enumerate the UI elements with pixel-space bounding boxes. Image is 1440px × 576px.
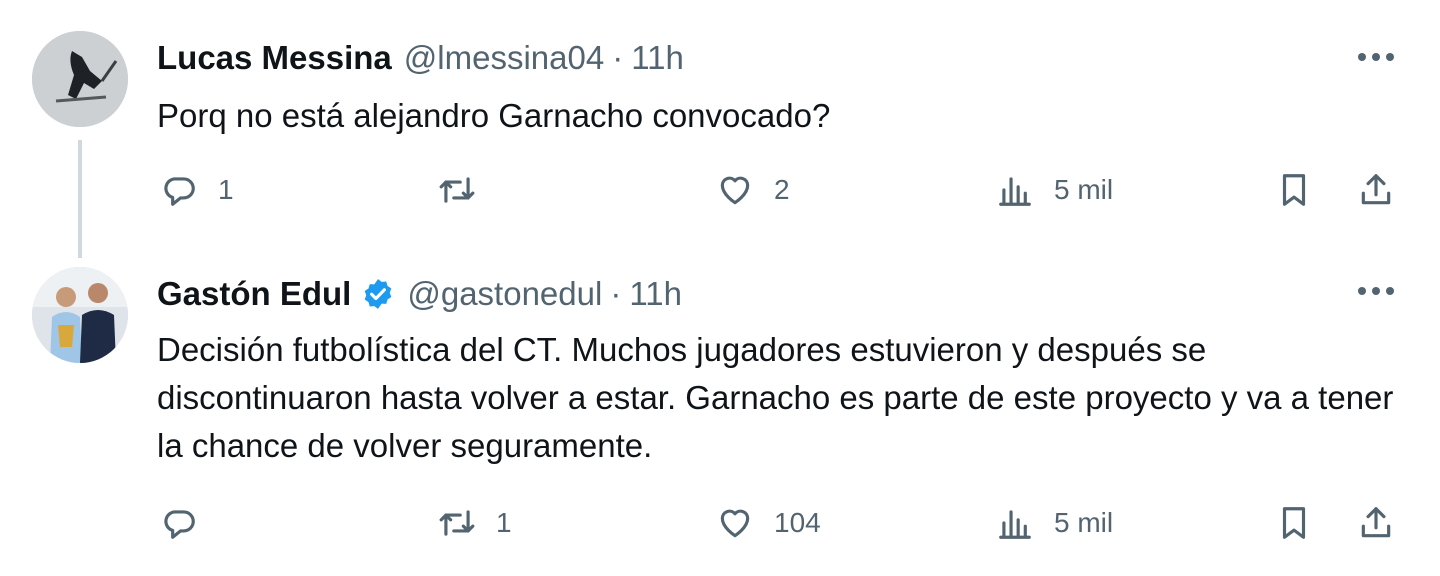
share-icon — [1361, 507, 1391, 538]
retweet-count: 1 — [496, 507, 512, 538]
share-icon — [1361, 174, 1391, 205]
more-icon — [1358, 287, 1394, 295]
reply-icon — [164, 177, 195, 206]
avatar[interactable] — [32, 31, 128, 127]
tweet-lucas-messina[interactable]: Lucas Messina @lmessina04 · 11h Porq no … — [0, 0, 1440, 258]
like-button[interactable]: 104 — [716, 501, 821, 545]
views-count: 5 mil — [1054, 507, 1114, 538]
like-icon — [720, 509, 750, 538]
retweet-button[interactable] — [438, 168, 496, 212]
more-options-button[interactable] — [1356, 276, 1396, 306]
reply-count: 1 — [218, 174, 234, 205]
reply-icon — [164, 510, 195, 539]
bookmark-icon — [1282, 507, 1306, 539]
views-button[interactable]: 5 mil — [996, 168, 1113, 212]
timestamp[interactable]: 11h — [631, 39, 684, 77]
more-icon — [1358, 53, 1394, 61]
views-count: 5 mil — [1054, 174, 1114, 205]
avatar[interactable] — [32, 267, 128, 363]
tweet-header: Lucas Messina @lmessina04 · 11h — [157, 38, 684, 78]
bookmark-button[interactable] — [1275, 501, 1313, 545]
like-count: 104 — [774, 507, 821, 538]
author-name[interactable]: Lucas Messina — [157, 39, 392, 77]
tweet-header: Gastón Edul @gastonedul · 11h — [157, 274, 682, 314]
retweet-icon — [439, 177, 475, 203]
verified-badge-icon — [365, 279, 392, 309]
reply-button[interactable] — [160, 501, 218, 545]
retweet-button[interactable]: 1 — [438, 501, 512, 545]
more-options-button[interactable] — [1356, 42, 1396, 72]
action-bar: 1 2 5 mil — [0, 168, 1440, 212]
bookmark-icon — [1282, 174, 1306, 206]
author-handle[interactable]: @gastonedul — [407, 275, 602, 313]
timestamp[interactable]: 11h — [629, 275, 682, 313]
like-button[interactable]: 2 — [716, 168, 790, 212]
share-button[interactable] — [1357, 501, 1395, 545]
like-count: 2 — [774, 174, 790, 205]
like-icon — [720, 176, 750, 205]
retweet-icon — [439, 510, 475, 536]
separator: · — [610, 275, 622, 312]
share-button[interactable] — [1357, 168, 1395, 212]
tweet-gaston-edul[interactable]: Gastón Edul @gastonedul · 11h Decisión f… — [0, 250, 1440, 576]
views-icon — [999, 510, 1031, 539]
tweet-text: Porq no está alejandro Garnacho convocad… — [157, 97, 831, 134]
action-bar: 1 104 5 mil — [0, 501, 1440, 545]
views-button[interactable]: 5 mil — [996, 501, 1113, 545]
separator: · — [612, 39, 624, 76]
author-handle[interactable]: @lmessina04 — [404, 39, 604, 77]
views-icon — [999, 177, 1031, 206]
author-name[interactable]: Gastón Edul — [157, 275, 351, 313]
tweet-text: Decisión futbolística del CT. Muchos jug… — [157, 331, 1394, 464]
bookmark-button[interactable] — [1275, 168, 1313, 212]
reply-button[interactable]: 1 — [160, 168, 234, 212]
